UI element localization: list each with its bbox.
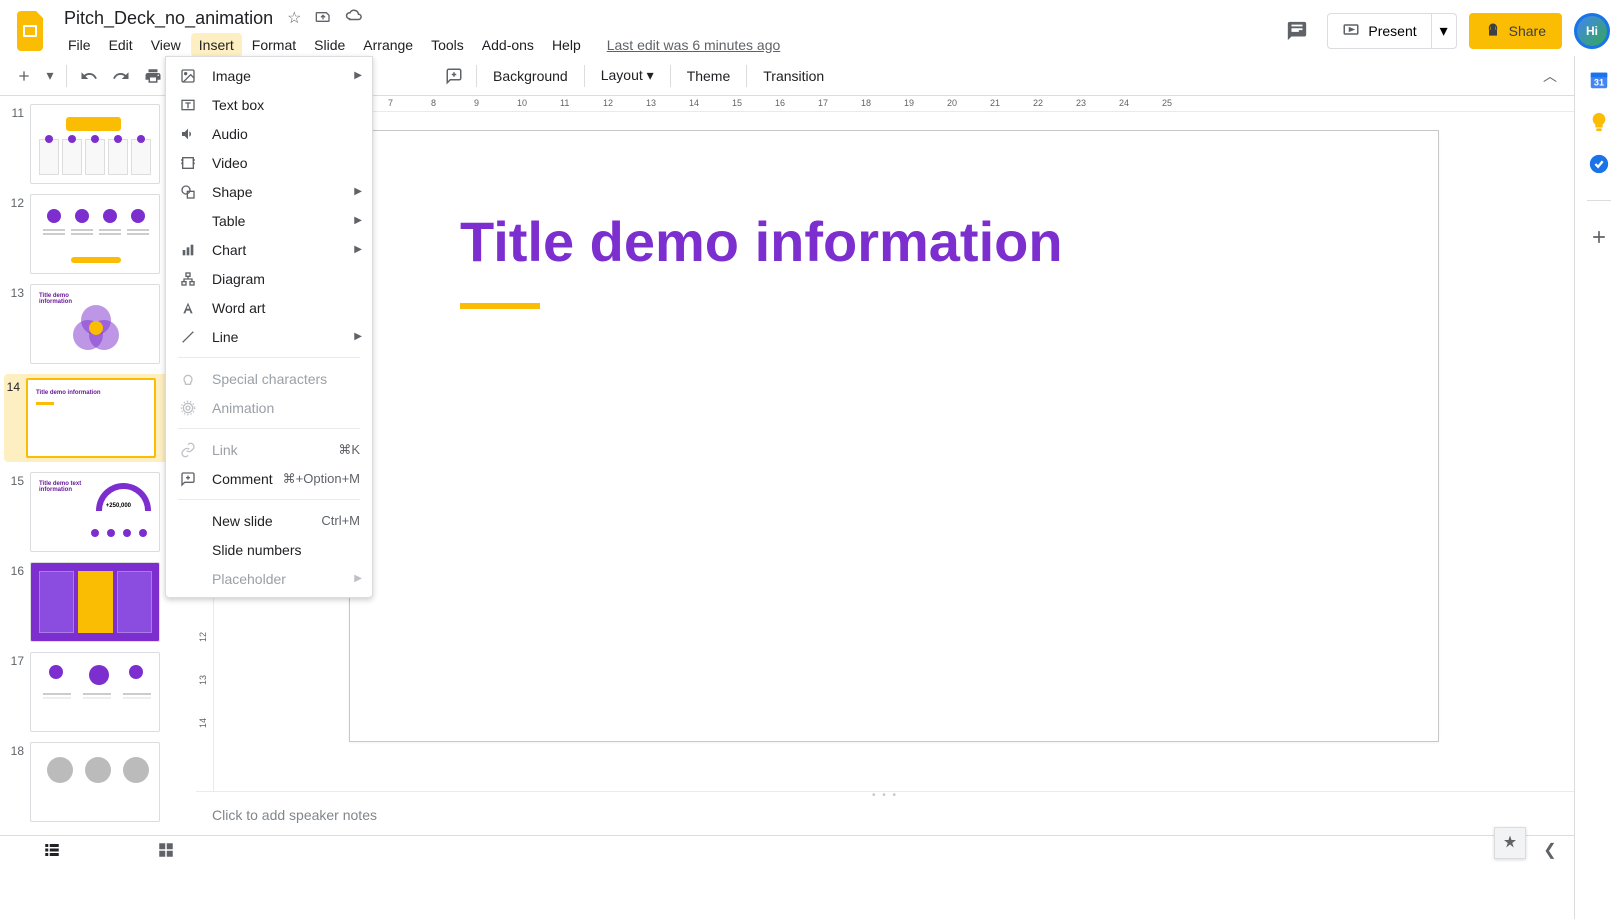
horizontal-ruler: 345678910111213141516171819202122232425 (196, 96, 1574, 112)
comment-icon (178, 471, 198, 487)
document-title[interactable]: Pitch_Deck_no_animation (60, 6, 277, 31)
insert-menu-link: Link⌘K (166, 435, 372, 464)
submenu-arrow-icon: ▶ (354, 331, 362, 342)
background-button[interactable]: Background (485, 68, 576, 84)
svg-text:31: 31 (1593, 78, 1603, 88)
present-dropdown-icon[interactable]: ▾ (1432, 21, 1456, 41)
add-addon-icon[interactable] (1587, 225, 1611, 249)
shape-icon (178, 184, 198, 200)
menu-help[interactable]: Help (544, 33, 589, 57)
insert-menu-chart[interactable]: Chart▶ (166, 235, 372, 264)
insert-menu-animation: Animation (166, 393, 372, 422)
menu-slide[interactable]: Slide (306, 33, 353, 57)
insert-menu-slide-numbers[interactable]: Slide numbers (166, 535, 372, 564)
insert-menu-comment[interactable]: Comment⌘+Option+M (166, 464, 372, 493)
slide-canvas[interactable]: Title demo information (349, 130, 1439, 742)
menu-tools[interactable]: Tools (423, 33, 472, 57)
link-icon (178, 442, 198, 458)
submenu-arrow-icon: ▶ (354, 215, 362, 226)
textbox-icon (178, 97, 198, 113)
last-edit-link[interactable]: Last edit was 6 minutes ago (607, 37, 781, 53)
tasks-app-icon[interactable] (1587, 152, 1611, 176)
slide-title-text[interactable]: Title demo information (460, 209, 1063, 274)
new-slide-button[interactable] (10, 62, 38, 90)
notes-resize-handle[interactable]: • • • (196, 791, 1574, 799)
print-button[interactable] (139, 62, 167, 90)
share-button[interactable]: Share (1469, 13, 1562, 49)
menu-view[interactable]: View (143, 33, 189, 57)
slide-thumb-18[interactable]: 18 (8, 742, 196, 822)
special-icon (178, 371, 198, 387)
slides-app-icon[interactable] (12, 11, 52, 51)
video-icon (178, 155, 198, 171)
present-button[interactable]: Present ▾ (1327, 13, 1456, 49)
insert-menu-video[interactable]: Video (166, 148, 372, 177)
add-comment-icon[interactable] (440, 62, 468, 90)
calendar-app-icon[interactable]: 31 (1587, 68, 1611, 92)
new-slide-dropdown-icon[interactable]: ▾ (42, 62, 58, 90)
transition-button[interactable]: Transition (755, 68, 832, 84)
insert-menu-special-characters: Special characters (166, 364, 372, 393)
animation-icon (178, 400, 198, 416)
explore-button[interactable] (1494, 827, 1526, 859)
insert-menu-new-slide[interactable]: New slideCtrl+M (166, 506, 372, 535)
submenu-arrow-icon: ▶ (354, 70, 362, 81)
chart-icon (178, 242, 198, 258)
submenu-arrow-icon: ▶ (354, 573, 362, 584)
insert-menu-dropdown: Image▶Text boxAudioVideoShape▶Table▶Char… (165, 56, 373, 598)
keep-app-icon[interactable] (1587, 110, 1611, 134)
image-icon (178, 68, 198, 84)
insert-menu-diagram[interactable]: Diagram (166, 264, 372, 293)
side-panel-toggle-icon[interactable]: ❮ (1538, 838, 1562, 862)
wordart-icon (178, 300, 198, 316)
cloud-status-icon[interactable] (345, 8, 363, 28)
submenu-arrow-icon: ▶ (354, 244, 362, 255)
menu-add-ons[interactable]: Add-ons (474, 33, 542, 57)
menu-edit[interactable]: Edit (101, 33, 141, 57)
insert-menu-audio[interactable]: Audio (166, 119, 372, 148)
menu-arrange[interactable]: Arrange (355, 33, 421, 57)
diagram-icon (178, 271, 198, 287)
insert-menu-line[interactable]: Line▶ (166, 322, 372, 351)
line-icon (178, 329, 198, 345)
account-avatar[interactable]: Hi (1574, 13, 1610, 49)
collapse-toolbar-icon[interactable]: ︿ (1536, 62, 1564, 90)
slide-title-underline (460, 303, 540, 309)
star-icon[interactable]: ☆ (287, 8, 301, 28)
filmstrip-view-icon[interactable] (40, 838, 64, 862)
audio-icon (178, 126, 198, 142)
menu-format[interactable]: Format (244, 33, 304, 57)
insert-menu-table[interactable]: Table▶ (166, 206, 372, 235)
speaker-notes[interactable]: Click to add speaker notes (196, 799, 1574, 835)
insert-menu-text-box[interactable]: Text box (166, 90, 372, 119)
comment-history-icon[interactable] (1279, 13, 1315, 49)
redo-button[interactable] (107, 62, 135, 90)
grid-view-icon[interactable] (154, 838, 178, 862)
submenu-arrow-icon: ▶ (354, 186, 362, 197)
slide-thumb-17[interactable]: 17 (8, 652, 196, 732)
theme-button[interactable]: Theme (679, 68, 739, 84)
layout-button[interactable]: Layout ▾ (593, 67, 662, 84)
slide-stage[interactable]: Title demo information (214, 112, 1574, 791)
menu-insert[interactable]: Insert (191, 33, 242, 57)
menu-file[interactable]: File (60, 33, 99, 57)
move-icon[interactable] (315, 8, 331, 28)
insert-menu-image[interactable]: Image▶ (166, 61, 372, 90)
insert-menu-placeholder: Placeholder▶ (166, 564, 372, 593)
undo-button[interactable] (75, 62, 103, 90)
insert-menu-word-art[interactable]: Word art (166, 293, 372, 322)
insert-menu-shape[interactable]: Shape▶ (166, 177, 372, 206)
